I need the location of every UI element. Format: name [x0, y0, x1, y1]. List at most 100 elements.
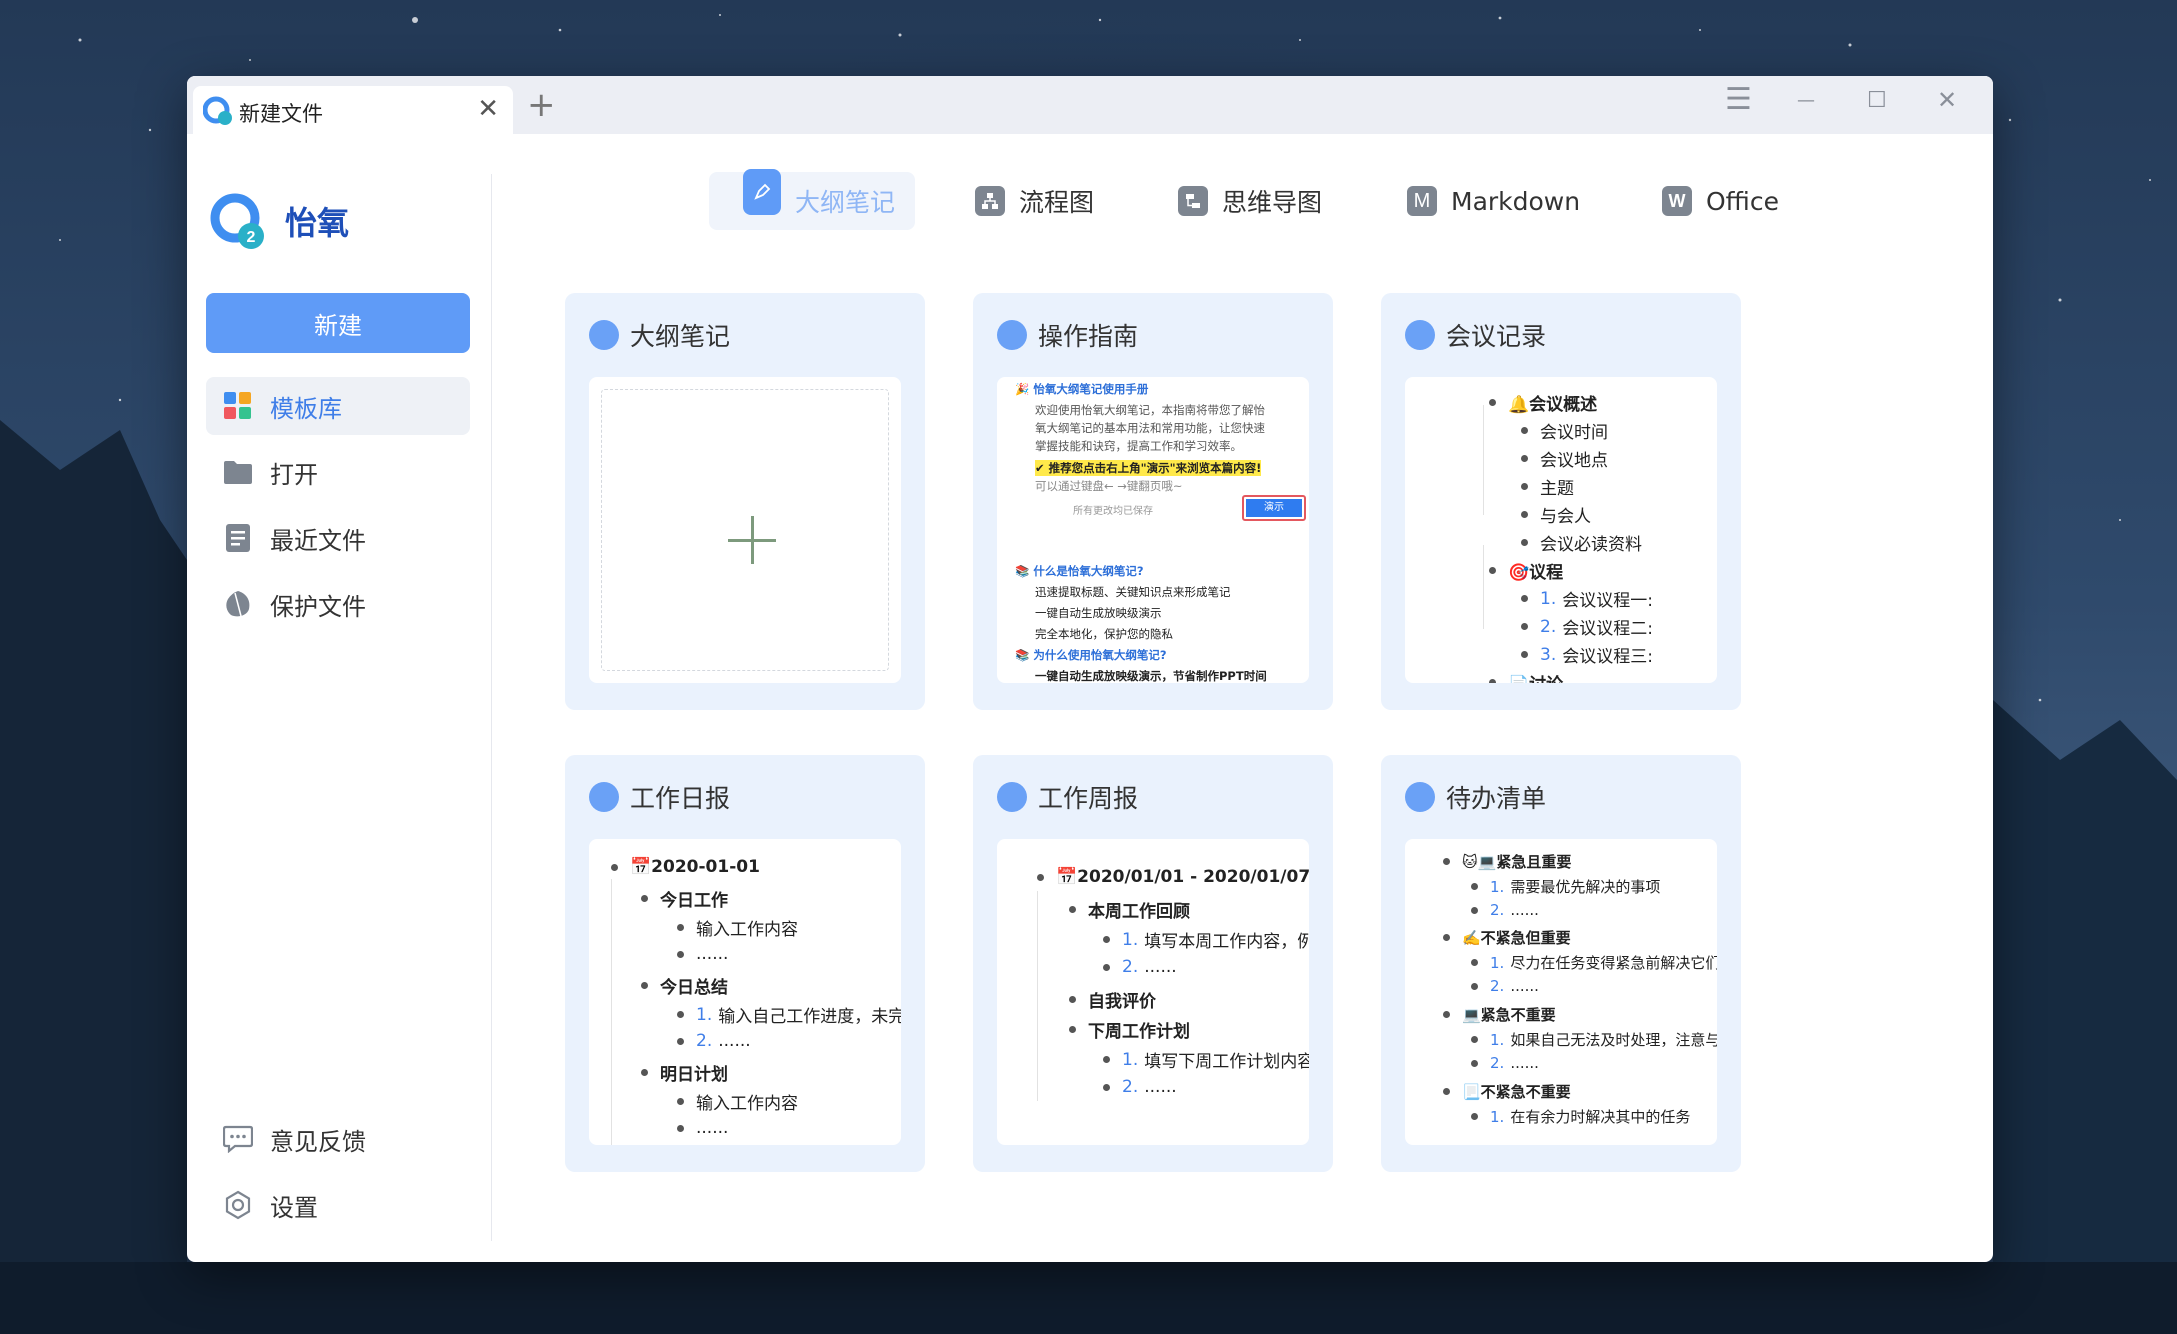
preview-line: 📚 为什么使用怡氧大纲笔记?	[1015, 648, 1167, 662]
outline-line: 需要最优先解决的事项	[1510, 878, 1661, 896]
sidebar-item-label: 设置	[270, 1193, 318, 1222]
preview-line: 🎉 怡氧大纲笔记使用手册	[1015, 382, 1149, 396]
folder-icon	[222, 456, 254, 488]
outline-line: 会议地点	[1540, 451, 1608, 471]
outline-line: 会议议程二:	[1562, 619, 1653, 639]
card-preview: 🐱💻紧急且重要 1. 需要最优先解决的事项 2....... ✍️不紧急但重要 1…	[1405, 839, 1717, 1145]
outline-line: 📅2020-01-01	[630, 857, 760, 877]
sidebar-item-templates[interactable]: 模板库	[206, 377, 470, 435]
app-logo-icon	[203, 96, 232, 125]
template-card-daily-report[interactable]: 工作日报 📅2020-01-01 今日工作 输入工作内容 ...... 今日总结…	[565, 755, 925, 1172]
outline-line: 尽力在任务变得紧急前解决它们	[1510, 954, 1717, 972]
plus-icon	[728, 516, 776, 564]
sidebar-item-feedback[interactable]: 意见反馈	[206, 1110, 470, 1168]
card-preview: 📅2020-01-01 今日工作 输入工作内容 ...... 今日总结 1. 输入…	[589, 839, 901, 1145]
markdown-icon: M	[1407, 186, 1437, 216]
outline-line: 💻紧急不重要	[1462, 1006, 1556, 1024]
card-title: 工作日报	[630, 784, 731, 813]
tab-markdown[interactable]: M Markdown	[1407, 172, 1580, 230]
outline-line: 📄讨论	[1508, 670, 1563, 683]
card-pen-icon	[997, 320, 1027, 350]
outline-line: 自我评价	[1088, 992, 1156, 1012]
outline-line: 如果自己无法及时处理，注意与他	[1510, 1031, 1717, 1049]
sidebar-item-recent[interactable]: 最近文件	[206, 509, 470, 567]
title-bar: 新建文件 ✕ + ☰ — ☐ ✕	[187, 76, 1993, 134]
outline-line: 输入工作内容	[696, 1094, 798, 1114]
minimize-icon[interactable]: —	[1797, 90, 1815, 111]
outline-line: 会议议程一:	[1562, 591, 1653, 611]
tab-label: 流程图	[1019, 188, 1095, 217]
card-pen-icon	[589, 320, 619, 350]
svg-text:2: 2	[247, 229, 256, 246]
outline-line: 🎯议程	[1508, 563, 1564, 583]
sidebar-item-label: 模板库	[270, 394, 342, 423]
outline-line: ......	[718, 1031, 751, 1051]
sidebar-item-open[interactable]: 打开	[206, 443, 470, 501]
tab-outline-notes[interactable]: 大纲笔记	[709, 169, 916, 230]
sidebar-item-label: 打开	[270, 460, 318, 489]
flowchart-icon	[975, 186, 1005, 216]
demo-highlight: 演示	[1242, 495, 1306, 521]
card-title: 操作指南	[1038, 322, 1139, 351]
outline-line: 🐱💻紧急且重要	[1462, 853, 1572, 871]
template-card-guide[interactable]: 操作指南 🎉 怡氧大纲笔记使用手册 欢迎使用怡氧大纲笔记，本指南将带您了解怡 氧…	[973, 293, 1333, 710]
outline-line: 今日总结	[660, 978, 728, 998]
new-button[interactable]: 新建	[206, 293, 470, 353]
preview-line: 欢迎使用怡氧大纲笔记，本指南将带您了解怡	[1035, 403, 1265, 417]
outline-line: 明日计划	[660, 1065, 728, 1085]
new-tab-button[interactable]: +	[527, 88, 556, 122]
menu-icon[interactable]: ☰	[1725, 82, 1752, 117]
tab-label: 大纲笔记	[795, 188, 896, 217]
preview-line: 氧大纲笔记的基本用法和常用功能，让您快速	[1035, 421, 1265, 435]
preview-line: 掌握技能和诀窍，提高工作和学习效率。	[1035, 439, 1242, 453]
outline-line: ......	[1510, 901, 1539, 919]
outline-line: 填写本周工作内容，例	[1144, 932, 1309, 952]
outline-line: 输入工作内容	[696, 920, 798, 940]
app-window: 新建文件 ✕ + ☰ — ☐ ✕ 2 怡氧 新建 模板库 打开 最近文件 保护文…	[187, 76, 1993, 1262]
card-pen-icon	[1405, 782, 1435, 812]
card-preview: 🎉 怡氧大纲笔记使用手册 欢迎使用怡氧大纲笔记，本指南将带您了解怡 氧大纲笔记的…	[997, 377, 1309, 683]
outline-line: ......	[1510, 977, 1539, 995]
tab-flowchart[interactable]: 流程图	[975, 172, 1094, 230]
sidebar-item-settings[interactable]: 设置	[206, 1176, 470, 1234]
tab-title: 新建文件	[239, 102, 323, 126]
card-title: 会议记录	[1446, 322, 1547, 351]
outline-line: ......	[1144, 957, 1177, 977]
template-card-outline[interactable]: 大纲笔记	[565, 293, 925, 710]
card-title: 大纲笔记	[630, 322, 731, 351]
card-title: 工作周报	[1038, 784, 1139, 813]
outline-line: ......	[1510, 1054, 1539, 1072]
sidebar-item-protected[interactable]: 保护文件	[206, 575, 470, 633]
tab-label: Office	[1706, 186, 1779, 216]
app-logo: 2	[210, 193, 264, 249]
outline-line: 填写下周工作计划内容	[1144, 1052, 1309, 1072]
close-window-icon[interactable]: ✕	[1937, 86, 1957, 114]
preview-line: 可以通过键盘← →键翻页哦~	[1035, 479, 1183, 493]
maximize-icon[interactable]: ☐	[1867, 88, 1887, 113]
shield-icon	[222, 588, 254, 620]
template-card-meeting[interactable]: 会议记录 🔔会议概述 会议时间 会议地点 主题 与会人 会议必读资料 🎯议程 1…	[1381, 293, 1741, 710]
card-pen-icon	[997, 782, 1027, 812]
outline-line: 📅2020/01/01 - 2020/01/07	[1056, 867, 1309, 887]
template-card-todo[interactable]: 待办清单 🐱💻紧急且重要 1. 需要最优先解决的事项 2....... ✍️不紧急…	[1381, 755, 1741, 1172]
office-icon: W	[1662, 186, 1692, 216]
tab-mindmap[interactable]: 思维导图	[1178, 172, 1322, 230]
feedback-icon	[222, 1123, 254, 1155]
tab-close-icon[interactable]: ✕	[477, 94, 499, 124]
outline-line: 本周工作回顾	[1088, 902, 1190, 922]
tab-office[interactable]: W Office	[1662, 172, 1779, 230]
preview-line: 完全本地化，保护您的隐私	[1035, 627, 1173, 641]
document-icon	[222, 522, 254, 554]
outline-line: ......	[1144, 1077, 1177, 1097]
outline-line: 会议必读资料	[1540, 535, 1642, 555]
blank-template-area	[601, 389, 889, 671]
preview-line: 所有更改均已保存	[1073, 506, 1153, 517]
preview-line: 一键自动生成放映级演示，节省制作PPT时间	[1035, 669, 1267, 683]
outline-line: 主题	[1540, 479, 1574, 499]
template-card-weekly-report[interactable]: 工作周报 📅2020/01/01 - 2020/01/07 本周工作回顾 1. 填…	[973, 755, 1333, 1172]
tab-new-file[interactable]: 新建文件 ✕	[193, 86, 513, 134]
sidebar-item-label: 最近文件	[270, 526, 366, 555]
preview-line: 📚 什么是怡氧大纲笔记?	[1015, 564, 1144, 578]
tab-label: 思维导图	[1222, 188, 1323, 217]
grid-icon	[222, 390, 254, 422]
